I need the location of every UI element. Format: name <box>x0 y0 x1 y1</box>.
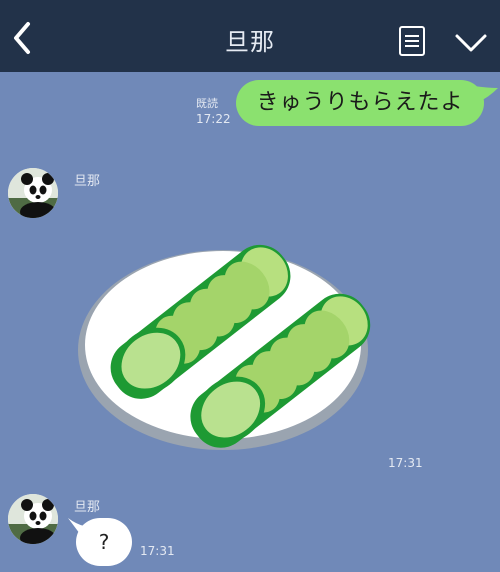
more-options-button[interactable] <box>452 28 490 58</box>
panda-avatar-icon <box>8 168 58 218</box>
chevron-down-icon <box>455 34 487 52</box>
message-time: 17:31 <box>140 544 175 558</box>
outgoing-message-bubble[interactable]: きゅうりもらえたよ <box>236 80 484 126</box>
sender-name: 旦那 <box>74 174 101 189</box>
menu-button[interactable] <box>396 24 428 58</box>
avatar[interactable] <box>8 168 58 218</box>
menu-list-icon <box>399 26 425 56</box>
avatar[interactable] <box>8 494 58 544</box>
sender-name: 旦那 <box>74 500 101 515</box>
cucumber-plate-sticker[interactable] <box>78 205 378 455</box>
message-time: 17:22 <box>196 112 231 126</box>
incoming-message-bubble[interactable]: ? <box>76 518 132 566</box>
panda-avatar-icon <box>8 494 58 544</box>
read-receipt: 既読 <box>196 97 218 110</box>
message-time: 17:31 <box>388 456 423 470</box>
chat-header: 旦那 <box>0 0 500 72</box>
